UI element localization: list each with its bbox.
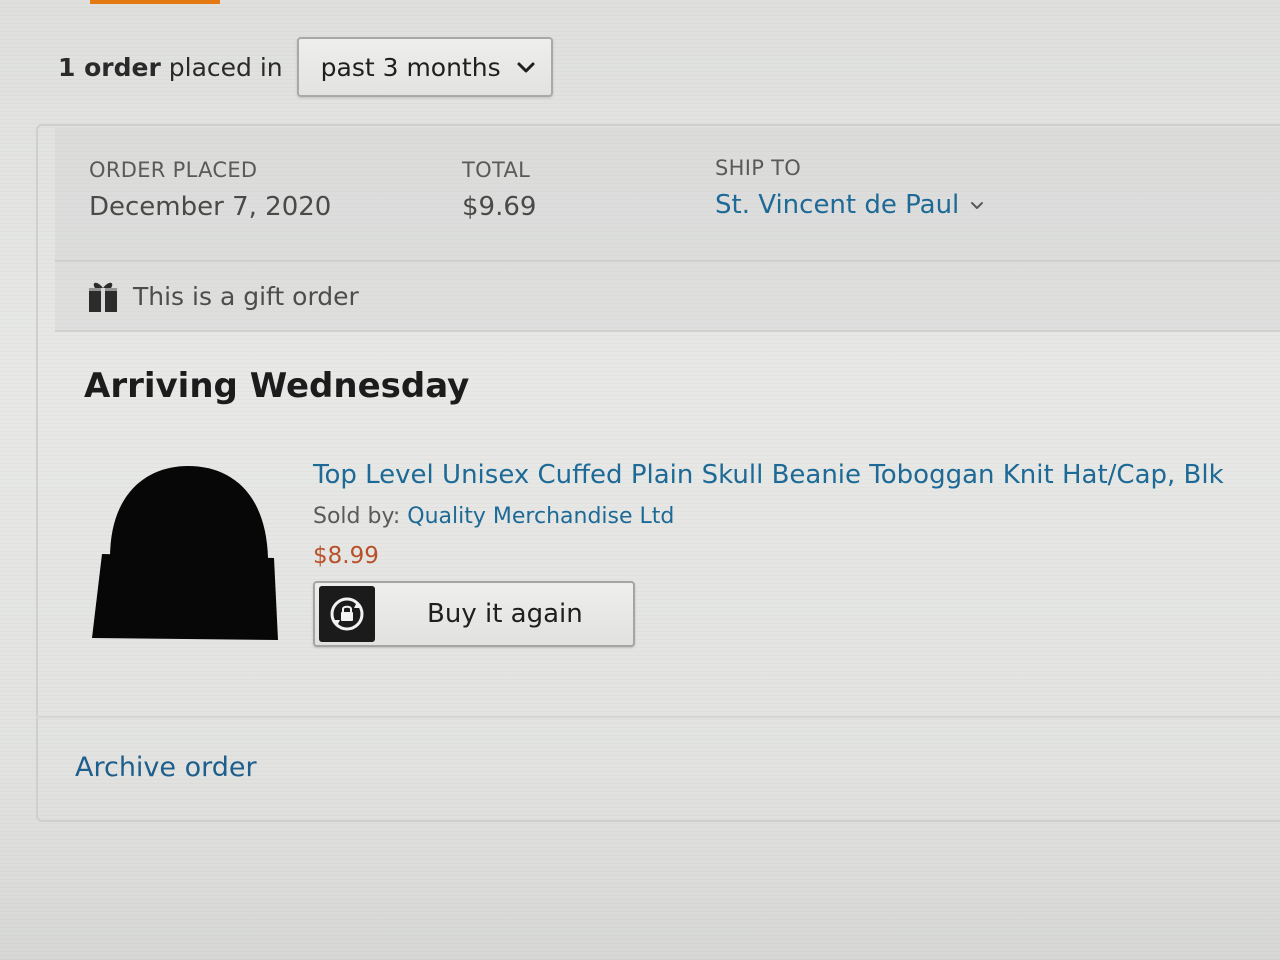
order-placed-column: ORDER PLACED December 7, 2020 <box>89 158 331 222</box>
product-title-link[interactable]: Top Level Unisex Cuffed Plain Skull Bean… <box>313 460 1224 490</box>
product-info: Top Level Unisex Cuffed Plain Skull Bean… <box>313 460 1224 647</box>
order-total-value: $9.69 <box>462 192 537 222</box>
sold-by-row: Sold by: Quality Merchandise Ltd <box>313 504 1224 529</box>
gift-order-text: This is a gift order <box>133 281 359 311</box>
archive-order-link[interactable]: Archive order <box>75 752 257 783</box>
order-placed-value: December 7, 2020 <box>89 192 332 222</box>
ship-to-column: SHIP TO St. Vincent de Paul <box>715 156 985 220</box>
order-count-suffix: placed in <box>168 52 283 82</box>
product-price: $8.99 <box>313 543 379 569</box>
order-count-text: 1 order placed in <box>58 53 283 82</box>
gift-icon <box>87 282 119 312</box>
ship-to-recipient-link[interactable]: St. Vincent de Paul <box>715 190 985 220</box>
order-filter-row: 1 order placed in past 3 months <box>58 36 553 98</box>
time-range-selected: past 3 months <box>320 52 501 82</box>
buy-it-again-label: Buy it again <box>427 599 583 629</box>
ship-to-recipient: St. Vincent de Paul <box>715 190 960 220</box>
reorder-cycle-icon <box>330 597 364 631</box>
page: 1 order placed in past 3 months ORDER PL… <box>0 0 1280 960</box>
reorder-icon-box <box>319 586 375 642</box>
active-tab-indicator <box>90 0 220 4</box>
chevron-down-icon <box>517 62 535 73</box>
order-count: 1 order <box>58 52 161 82</box>
ship-to-label: SHIP TO <box>715 156 802 180</box>
delivery-status-heading: Arriving Wednesday <box>84 366 470 406</box>
buy-it-again-button[interactable]: Buy it again <box>313 581 635 647</box>
seller-link[interactable]: Quality Merchandise Ltd <box>407 504 674 529</box>
time-range-dropdown[interactable]: past 3 months <box>296 37 553 97</box>
product-image-beanie[interactable] <box>88 462 282 646</box>
sold-by-label: Sold by: <box>313 504 401 529</box>
gift-order-row: This is a gift order <box>55 262 1280 332</box>
chevron-down-icon <box>971 202 984 209</box>
order-total-label: TOTAL <box>462 158 531 182</box>
order-header: ORDER PLACED December 7, 2020 TOTAL $9.6… <box>55 128 1280 262</box>
order-placed-label: ORDER PLACED <box>89 158 258 182</box>
order-footer-divider <box>36 716 1280 718</box>
order-total-column: TOTAL $9.69 <box>462 158 536 222</box>
